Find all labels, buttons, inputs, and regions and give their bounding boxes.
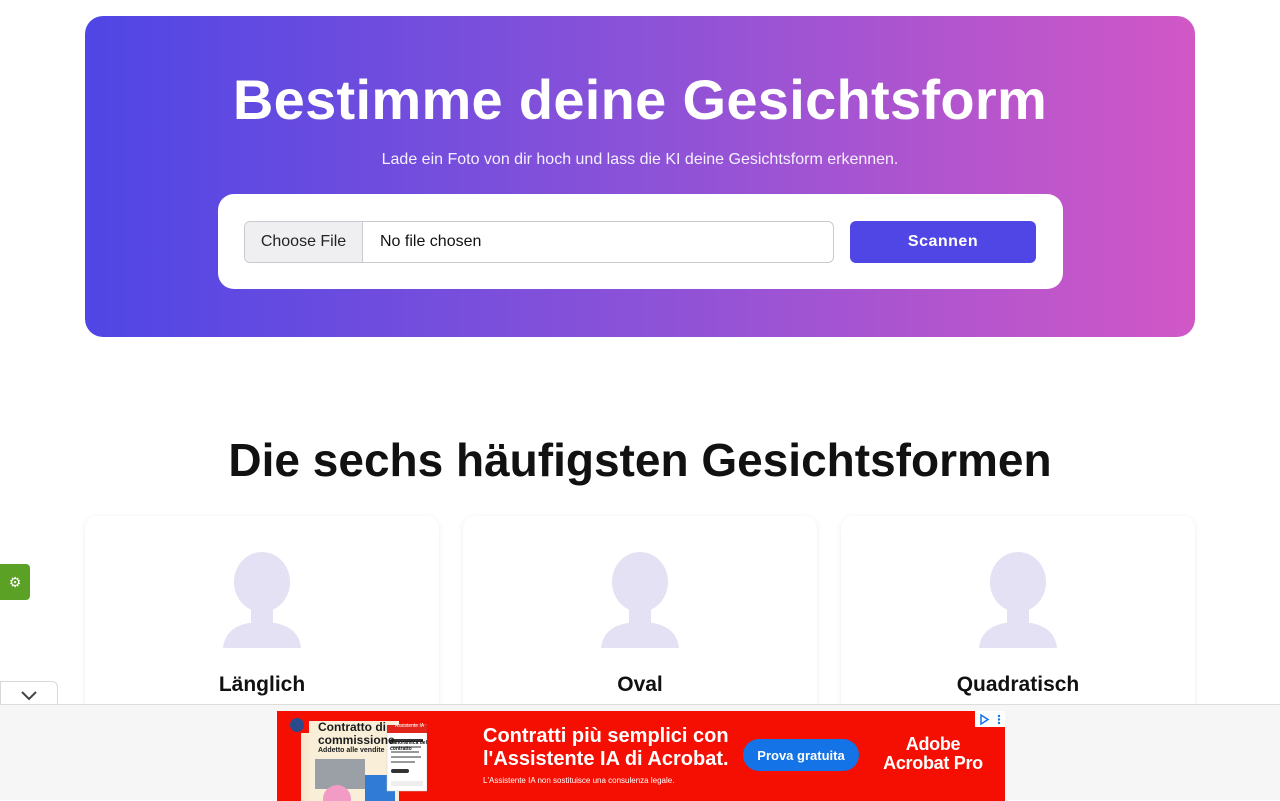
face-shape-name: Quadratisch — [956, 673, 1080, 696]
ad-thumb-title: Contratto di commissione — [318, 720, 395, 747]
hero-banner: Bestimme deine Gesichtsform Lade ein Fot… — [85, 16, 1195, 337]
face-shape-name: Länglich — [218, 673, 306, 696]
ad-thumb-panel-title: Panoramica del contratto — [390, 740, 427, 752]
file-input[interactable]: Choose File No file chosen — [244, 221, 834, 263]
ad-choices[interactable] — [975, 711, 1005, 727]
hero-subtitle: Lade ein Foto von dir hoch und lass die … — [381, 151, 899, 168]
ad-brand-logo: Adobe Acrobat Pro — [883, 734, 983, 773]
section-title: Die sechs häufigsten Gesichtsformen — [228, 434, 1052, 486]
face-shape-card-quadratisch[interactable]: Quadratisch — [841, 516, 1195, 736]
bottom-ad-bar: Contratto di commissione Addetto alle ve… — [0, 704, 1280, 801]
person-silhouette-icon — [601, 552, 679, 648]
ad-thumb-subtitle: Addetto alle vendite — [318, 747, 385, 754]
chevron-down-icon — [21, 690, 37, 700]
gear-icon: ⚙ — [8, 573, 22, 590]
file-status-text: No file chosen — [380, 233, 482, 250]
ad-disclaimer: L'Assistente IA non sostituisce una cons… — [483, 776, 675, 785]
person-silhouette-icon — [223, 552, 301, 648]
adchoices-icon — [980, 713, 990, 725]
choose-file-button[interactable]: Choose File — [245, 222, 363, 262]
ad-headline: Contratti più semplici con l'Assistente … — [483, 725, 729, 770]
ad-banner[interactable]: Contratto di commissione Addetto alle ve… — [277, 711, 1005, 801]
upload-card: Choose File No file chosen Scannen — [218, 194, 1063, 289]
settings-widget-button[interactable]: ⚙ — [0, 564, 30, 600]
ad-cta-button[interactable]: Prova gratuita — [743, 739, 859, 771]
person-silhouette-icon — [979, 552, 1057, 648]
hero-title: Bestimme deine Gesichtsform — [232, 68, 1048, 131]
face-shape-name: Oval — [617, 673, 663, 696]
more-options-icon — [998, 714, 1001, 724]
face-shape-card-laenglich[interactable]: Länglich — [85, 516, 439, 736]
ad-thumb-badge: Assistente IA — [395, 723, 425, 729]
scan-button[interactable]: Scannen — [850, 221, 1036, 263]
face-shape-card-oval[interactable]: Oval — [463, 516, 817, 736]
